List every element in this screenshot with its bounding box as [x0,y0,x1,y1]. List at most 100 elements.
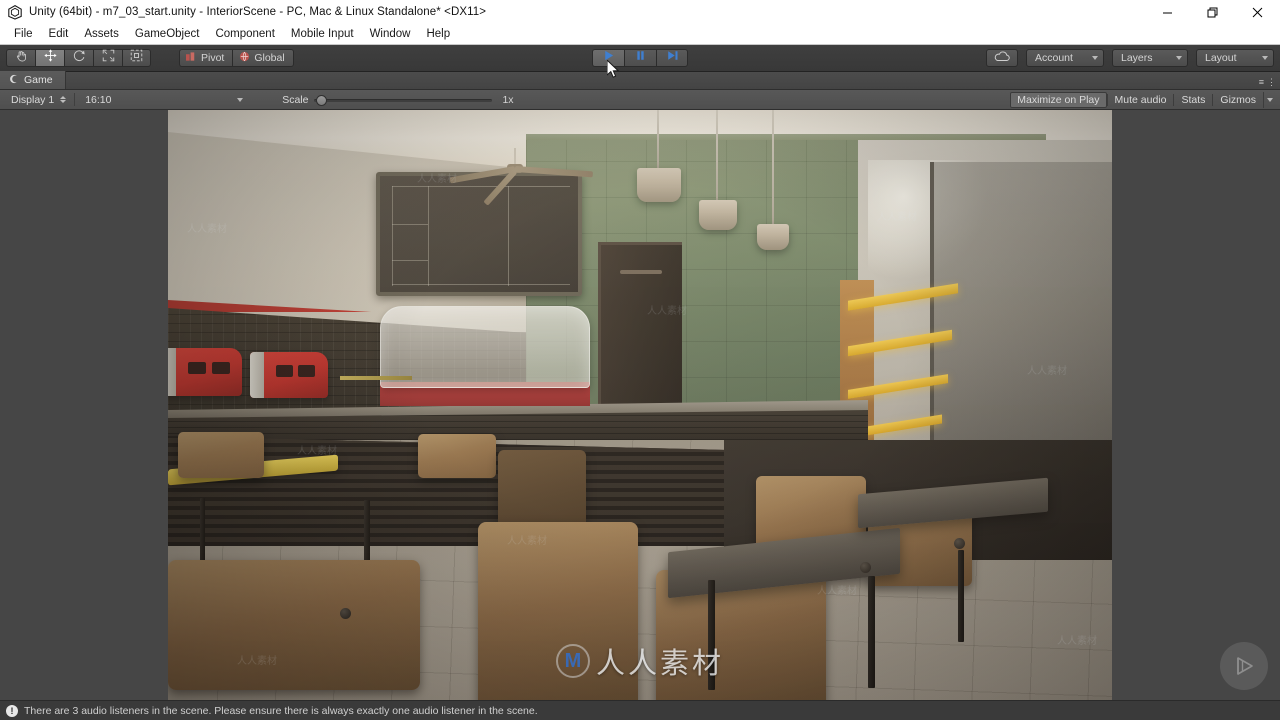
menu-bar: File Edit Assets GameObject Component Mo… [0,24,1280,45]
chevron-down-icon [1176,56,1182,60]
table-leg [958,550,964,642]
pendant-lamp [637,168,681,202]
glass-partition [930,162,1112,462]
account-dropdown[interactable]: Account [1026,49,1104,67]
menu-component[interactable]: Component [207,25,282,44]
status-bar[interactable]: ! There are 3 audio listeners in the sce… [0,700,1280,720]
pause-icon [634,49,647,67]
gizmos-dropdown[interactable] [1263,91,1277,108]
espresso-machine [250,352,328,398]
account-label: Account [1035,52,1073,64]
pendant-lamp [757,224,789,250]
pivot-global-group: Pivot Global [179,49,294,67]
layers-label: Layers [1121,52,1153,64]
title-bar: Unity (64bit) - m7_03_start.unity - Inte… [0,0,1280,24]
game-view-icon [9,74,19,87]
chevron-down-icon [237,97,244,102]
panel-options-icon[interactable]: ⋮ [1267,78,1276,87]
rect-transform-tool-button[interactable] [122,49,151,67]
rotate-icon [73,49,86,67]
gizmos-toggle[interactable]: Gizmos [1213,92,1263,108]
tab-game-label: Game [24,74,53,86]
chalkboard-menu [376,172,582,296]
maximize-button[interactable] [1190,0,1235,24]
viewbar-separator [74,93,76,106]
game-render-letterbox: 人人素材 人人素材 人人素材 人人素材 人人素材 人人素材 人人素材 人人素材 … [0,110,1280,700]
layers-dropdown[interactable]: Layers [1112,49,1188,67]
chair-backrest [178,432,264,478]
chair-backrest [498,450,586,528]
chair-backrest [168,560,420,690]
pendant-rod [716,110,718,204]
aspect-ratio-dropdown[interactable]: 16:10 [78,92,248,108]
unity-logo-icon [7,4,23,20]
maximize-on-play-toggle[interactable]: Maximize on Play [1010,91,1107,108]
scale-value: 1x [502,93,514,106]
menu-help[interactable]: Help [418,25,458,44]
rect-transform-icon [130,49,143,67]
scale-control: Scale 1x [282,93,514,107]
pendant-lamp [699,200,737,230]
status-message: There are 3 audio listeners in the scene… [24,704,538,717]
scale-label: Scale [282,93,309,106]
menu-window[interactable]: Window [362,25,419,44]
play-overlay-icon [1220,642,1268,690]
main-toolbar: Pivot Global Account Layers Layout [0,45,1280,72]
pause-button[interactable] [624,49,656,67]
menu-file[interactable]: File [6,25,41,44]
game-render-surface[interactable]: 人人素材 人人素材 人人素材 人人素材 人人素材 人人素材 人人素材 人人素材 … [168,110,1112,700]
layout-dropdown[interactable]: Layout [1196,49,1274,67]
chevron-down-icon [1092,56,1098,60]
hand-tool-button[interactable] [6,49,35,67]
panel-menu-group: ≡ ⋮ [1259,78,1276,87]
chevron-down-icon [1267,97,1273,102]
hand-icon [15,49,28,67]
display-label: Display 1 [11,93,55,106]
stats-toggle[interactable]: Stats [1174,92,1212,108]
menu-edit[interactable]: Edit [41,25,77,44]
step-button[interactable] [656,49,688,67]
panel-lock-icon[interactable]: ≡ [1259,78,1264,87]
chair-backrest [418,434,496,478]
menu-assets[interactable]: Assets [76,25,127,44]
table-leg [868,576,875,688]
step-icon [666,49,679,67]
playback-controls [592,49,688,67]
pivot-label: Pivot [201,52,225,64]
unity-editor-window: Unity (64bit) - m7_03_start.unity - Inte… [0,0,1280,720]
counter-trim [340,376,412,380]
scale-tool-button[interactable] [93,49,122,67]
layout-label: Layout [1205,52,1237,64]
global-button[interactable]: Global [232,49,294,67]
pivot-button[interactable]: Pivot [179,49,233,67]
play-button[interactable] [592,49,624,67]
chair-bolt [340,608,351,619]
game-view-toggles: Maximize on Play Mute audio Stats Gizmos [1010,91,1277,108]
chair-bolt [860,562,871,573]
global-icon [239,51,250,65]
warning-icon: ! [6,704,18,717]
aspect-label: 16:10 [85,93,112,106]
chair-bolt [954,538,965,549]
slider-knob[interactable] [316,94,328,106]
menu-gameobject[interactable]: GameObject [127,25,208,44]
updown-icon [60,96,67,103]
espresso-machine [168,348,242,396]
tab-game[interactable]: Game [0,71,66,89]
rotate-tool-button[interactable] [64,49,93,67]
pendant-rod [657,110,659,172]
move-tool-button[interactable] [35,49,64,67]
cloud-services-button[interactable] [986,49,1018,67]
close-button[interactable] [1235,0,1280,24]
toolbar-right-group: Account Layers Layout [986,49,1274,67]
game-panel: Game ≡ ⋮ Display 1 16:10 Scale 1x Maximi… [0,71,1280,700]
slider-track [314,98,493,102]
mute-audio-toggle[interactable]: Mute audio [1108,92,1174,108]
menu-mobile-input[interactable]: Mobile Input [283,25,362,44]
minimize-button[interactable] [1145,0,1190,24]
scale-slider[interactable] [314,93,493,107]
move-icon [43,49,57,67]
scale-icon [102,49,115,67]
game-view-toolbar: Display 1 16:10 Scale 1x Maximize on Pla… [0,90,1280,110]
display-dropdown[interactable]: Display 1 [4,92,71,108]
